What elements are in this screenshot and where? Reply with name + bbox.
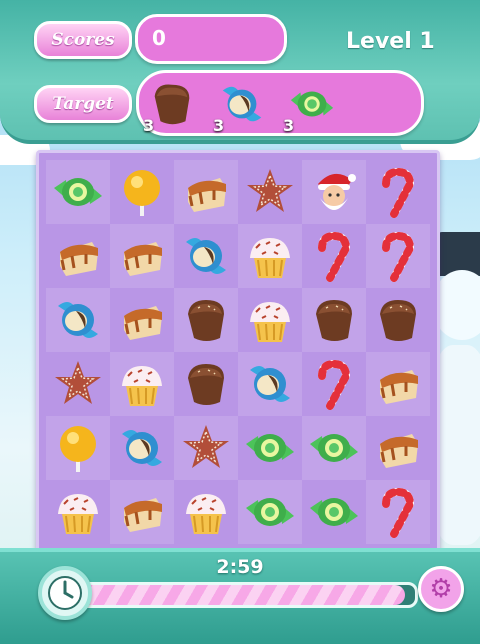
scores-label: Scores <box>34 21 132 59</box>
green-wrapped-candy-icon[interactable] <box>308 486 360 538</box>
time-progress-fill <box>81 585 405 605</box>
board-cell[interactable] <box>366 480 430 544</box>
board-cell[interactable] <box>302 288 366 352</box>
blue-wrapped-candy-icon[interactable] <box>116 422 168 474</box>
caramel-cake-icon[interactable] <box>52 230 104 282</box>
chocolate-muffin-icon[interactable] <box>308 294 360 346</box>
green-wrapped-candy-icon[interactable] <box>52 166 104 218</box>
board-cell[interactable] <box>174 416 238 480</box>
candy-cane-icon[interactable] <box>308 358 360 410</box>
blue-wrapped-candy-icon <box>222 86 262 122</box>
board-cell[interactable] <box>238 480 302 544</box>
score-value: 0 <box>152 26 166 50</box>
caramel-cake-icon[interactable] <box>372 422 424 474</box>
board-cell[interactable] <box>46 224 110 288</box>
level-label: Level 1 <box>346 29 435 54</box>
gingerbread-star-icon[interactable] <box>52 358 104 410</box>
game-board <box>36 150 440 554</box>
board-cell[interactable] <box>46 416 110 480</box>
target-count: 3 <box>213 116 225 135</box>
board-cell[interactable] <box>46 352 110 416</box>
board-cell[interactable] <box>238 224 302 288</box>
board-cell[interactable] <box>302 480 366 544</box>
board-cell[interactable] <box>302 352 366 416</box>
board-cell[interactable] <box>174 352 238 416</box>
gingerbread-star-icon[interactable] <box>244 166 296 218</box>
lollipop-icon[interactable] <box>52 422 104 474</box>
candy-cane-icon[interactable] <box>372 230 424 282</box>
green-wrapped-candy-icon <box>290 91 334 117</box>
board-cell[interactable] <box>46 160 110 224</box>
caramel-cake-icon[interactable] <box>116 294 168 346</box>
board-cell[interactable] <box>174 224 238 288</box>
cupcake-icon[interactable] <box>180 486 232 538</box>
board-cell[interactable] <box>366 224 430 288</box>
chocolate-muffin-icon[interactable] <box>372 294 424 346</box>
green-wrapped-candy-icon[interactable] <box>244 486 296 538</box>
board-cell[interactable] <box>238 416 302 480</box>
target-item-green-candy: 3 <box>283 79 337 135</box>
chocolate-muffin-icon[interactable] <box>180 294 232 346</box>
board-cell[interactable] <box>110 224 174 288</box>
board-cell[interactable] <box>366 416 430 480</box>
chocolate-muffin-icon <box>154 84 190 125</box>
candy-cane-icon[interactable] <box>372 486 424 538</box>
target-item-chocolate-muffin: 3 <box>143 79 197 135</box>
caramel-cake-icon[interactable] <box>116 230 168 282</box>
board-cell[interactable] <box>110 352 174 416</box>
board-cell[interactable] <box>110 480 174 544</box>
target-count: 3 <box>283 116 295 135</box>
board-cell[interactable] <box>46 480 110 544</box>
time-progress-bar <box>78 582 418 608</box>
candy-cane-icon[interactable] <box>308 230 360 282</box>
caramel-cake-icon[interactable] <box>372 358 424 410</box>
target-box: 3 3 3 <box>136 70 424 136</box>
board-cell[interactable] <box>238 160 302 224</box>
cupcake-icon[interactable] <box>244 230 296 282</box>
clock-icon <box>38 566 92 620</box>
candy-cane-icon[interactable] <box>372 166 424 218</box>
santa-icon[interactable] <box>308 166 360 218</box>
cupcake-icon[interactable] <box>52 486 104 538</box>
score-box: 0 <box>135 14 287 64</box>
board-cell[interactable] <box>174 160 238 224</box>
gingerbread-star-icon[interactable] <box>180 422 232 474</box>
target-label: Target <box>34 85 132 123</box>
board-cell[interactable] <box>46 288 110 352</box>
board-cell[interactable] <box>110 288 174 352</box>
caramel-cake-icon[interactable] <box>116 486 168 538</box>
board-cell[interactable] <box>302 160 366 224</box>
board-cell[interactable] <box>174 480 238 544</box>
board-cell[interactable] <box>366 160 430 224</box>
lollipop-icon[interactable] <box>116 166 168 218</box>
caramel-cake-icon[interactable] <box>180 166 232 218</box>
green-wrapped-candy-icon[interactable] <box>244 422 296 474</box>
cupcake-icon[interactable] <box>244 294 296 346</box>
target-item-blue-candy: 3 <box>213 79 267 135</box>
board-cell[interactable] <box>174 288 238 352</box>
target-count: 3 <box>143 116 155 135</box>
chocolate-muffin-icon[interactable] <box>180 358 232 410</box>
board-cell[interactable] <box>238 288 302 352</box>
board-cell[interactable] <box>302 416 366 480</box>
cupcake-icon[interactable] <box>116 358 168 410</box>
green-wrapped-candy-icon[interactable] <box>308 422 360 474</box>
gear-icon[interactable]: ⚙ <box>418 566 464 612</box>
board-cell[interactable] <box>366 288 430 352</box>
blue-wrapped-candy-icon[interactable] <box>52 294 104 346</box>
board-cell[interactable] <box>302 224 366 288</box>
board-cell[interactable] <box>366 352 430 416</box>
blue-wrapped-candy-icon[interactable] <box>244 358 296 410</box>
board-cell[interactable] <box>110 160 174 224</box>
clock-face <box>48 576 82 610</box>
board-cell[interactable] <box>110 416 174 480</box>
board-cell[interactable] <box>238 352 302 416</box>
blue-wrapped-candy-icon[interactable] <box>180 230 232 282</box>
